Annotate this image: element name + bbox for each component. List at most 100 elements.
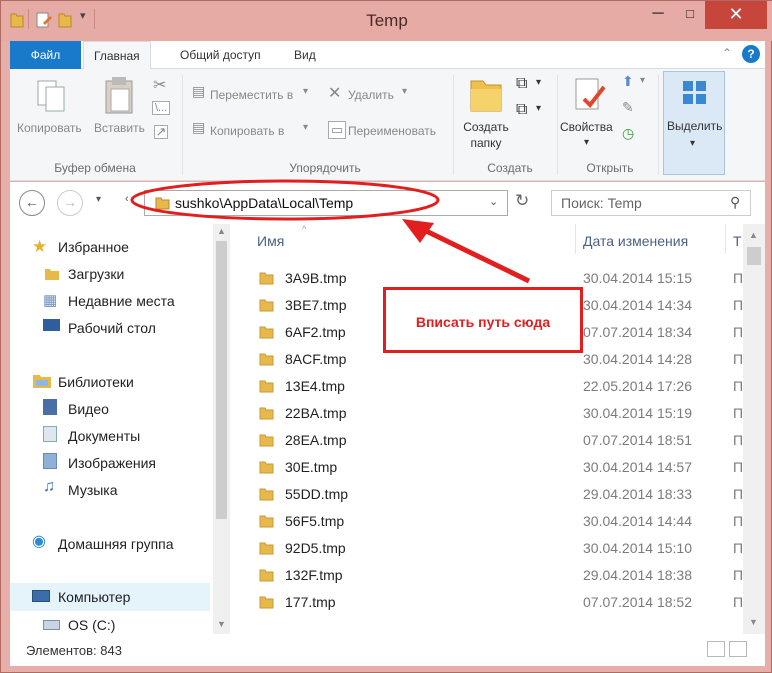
tab-home[interactable]: Главная [83, 41, 151, 70]
forward-button[interactable]: → [57, 190, 83, 216]
file-name: 3BE7.tmp [285, 297, 347, 313]
nav-downloads[interactable]: Загрузки [68, 266, 124, 282]
file-name: 3A9B.tmp [285, 270, 347, 286]
file-name: 177.tmp [285, 594, 336, 610]
copy-button[interactable]: Копировать [17, 121, 82, 135]
nav-computer-row[interactable]: Компьютер [10, 583, 210, 611]
file-scrollbar[interactable]: ▲ ▼ [743, 224, 765, 634]
edit-icon[interactable]: ✎ [622, 99, 634, 116]
homegroup-icon: ◉ [32, 533, 46, 550]
nav-libraries[interactable]: Библиотеки [58, 374, 134, 390]
column-name[interactable]: Имя [257, 233, 284, 249]
clipboard-group-label: Буфер обмена [54, 161, 136, 175]
select-icon [683, 81, 706, 104]
minimize-button[interactable]: ─ [641, 1, 675, 29]
close-button[interactable]: ✕ [705, 1, 767, 29]
folder-icon [259, 326, 274, 339]
file-row[interactable]: 22BA.tmp 30.04.2014 15:19 П [230, 401, 744, 428]
ribbon-collapse-icon[interactable]: ⌃ [722, 46, 732, 60]
nav-homegroup[interactable]: Домашняя группа [58, 536, 174, 552]
annotation-arrow [402, 219, 531, 284]
new-item-icon[interactable]: ⧉ [516, 75, 527, 93]
move-to-button[interactable]: Переместить в [210, 88, 293, 102]
search-icon[interactable]: ⚲ [730, 194, 740, 211]
nav-scroll-thumb[interactable] [216, 241, 227, 519]
tab-file[interactable]: Файл [10, 41, 81, 69]
new-folder-label-1: Создать [463, 120, 509, 134]
new-folder-icon [470, 80, 502, 112]
nav-pictures[interactable]: Изображения [68, 455, 156, 471]
scroll-up-icon[interactable]: ▲ [217, 226, 226, 236]
scroll-down-icon[interactable]: ▼ [217, 619, 226, 629]
nav-video[interactable]: Видео [68, 401, 109, 417]
file-row[interactable]: 30E.tmp 30.04.2014 14:57 П [230, 455, 743, 482]
paste-button[interactable]: Вставить [94, 121, 145, 135]
rename-icon: ▭ [328, 121, 347, 139]
recent-locations-icon[interactable]: ▾ [96, 194, 101, 205]
easy-access-icon[interactable]: ⧉ [516, 101, 527, 119]
copy-to-button[interactable]: Копировать в [210, 124, 284, 138]
file-date: 29.04.2014 18:38 [583, 567, 692, 583]
history-icon[interactable]: ◷ [622, 125, 634, 142]
delete-icon: ✕ [328, 85, 342, 102]
annotation-box: Вписать путь сюда [383, 287, 583, 353]
file-type: П [733, 270, 744, 286]
file-type: П [733, 405, 744, 421]
nav-documents[interactable]: Документы [68, 428, 140, 444]
group-divider [453, 75, 454, 175]
select-button[interactable]: Выделить ▾ [663, 71, 725, 175]
scroll-down-icon[interactable]: ▼ [749, 617, 758, 627]
file-row[interactable]: 13E4.tmp 22.05.2014 17:26 П [230, 374, 743, 401]
new-folder-button[interactable]: Создать папку [461, 120, 511, 150]
file-row[interactable]: 56F5.tmp 30.04.2014 14:44 П [230, 509, 743, 536]
folder-icon [259, 434, 274, 447]
file-row[interactable]: 92D5.tmp 30.04.2014 15:10 П [230, 536, 743, 563]
maximize-button[interactable]: □ [675, 1, 705, 29]
details-view-icon[interactable] [707, 641, 725, 657]
file-name: 28EA.tmp [285, 432, 347, 448]
folder-icon [259, 380, 274, 393]
large-icons-view-icon[interactable] [729, 641, 747, 657]
tab-view[interactable]: Вид [284, 41, 326, 69]
ribbon-tabs: Файл Главная Общий доступ Вид ⌃ ? [10, 41, 765, 70]
column-divider[interactable] [575, 224, 576, 254]
nav-os-c[interactable]: OS (C:) [68, 617, 115, 633]
chevron-down-icon: ▾ [584, 137, 590, 148]
file-type: П [733, 432, 744, 448]
file-row[interactable]: 132F.tmp 29.04.2014 18:38 П [230, 563, 744, 590]
copy-path-icon[interactable]: \... [152, 101, 171, 115]
item-count: Элементов: 843 [26, 643, 122, 658]
column-divider[interactable] [725, 224, 726, 254]
nav-scrollbar[interactable]: ▲ ▼ [213, 224, 230, 634]
properties-button[interactable]: Свойства [560, 120, 613, 134]
paste-shortcut-icon[interactable]: ↗ [154, 125, 168, 139]
help-icon[interactable]: ? [742, 45, 760, 63]
file-row[interactable]: 55DD.tmp 29.04.2014 18:33 П [230, 482, 743, 509]
search-input[interactable]: Поиск: Temp ⚲ [551, 190, 751, 216]
scroll-up-icon[interactable]: ▲ [749, 230, 758, 240]
video-icon [43, 399, 57, 415]
nav-recent[interactable]: Недавние места [68, 293, 175, 309]
file-date: 30.04.2014 14:28 [583, 351, 692, 367]
nav-music[interactable]: Музыка [68, 482, 118, 498]
file-row[interactable]: 28EA.tmp 07.07.2014 18:51 П [230, 428, 744, 455]
chevron-down-icon[interactable]: ⌄ [489, 195, 498, 208]
refresh-icon[interactable]: ↻ [515, 191, 529, 211]
back-button[interactable]: ← [19, 190, 45, 216]
column-date[interactable]: Дата изменения [583, 233, 688, 249]
open-icon[interactable]: ⬆ [622, 73, 634, 90]
file-date: 30.04.2014 14:57 [583, 459, 692, 475]
delete-button[interactable]: Удалить [348, 88, 394, 102]
folder-icon [259, 299, 274, 312]
file-scroll-thumb[interactable] [747, 247, 761, 265]
column-type[interactable]: Т [733, 233, 742, 249]
tab-share[interactable]: Общий доступ [170, 41, 271, 69]
file-type: П [733, 567, 744, 583]
rename-button[interactable]: Переименовать [348, 124, 436, 138]
file-row[interactable]: 177.tmp 07.07.2014 18:52 П [230, 590, 743, 617]
chevron-down-icon: ▾ [536, 77, 542, 88]
status-bar: Элементов: 843 [10, 634, 765, 666]
nav-favorites[interactable]: Избранное [58, 239, 129, 255]
cut-icon[interactable]: ✂ [153, 75, 166, 95]
nav-desktop[interactable]: Рабочий стол [68, 320, 156, 336]
